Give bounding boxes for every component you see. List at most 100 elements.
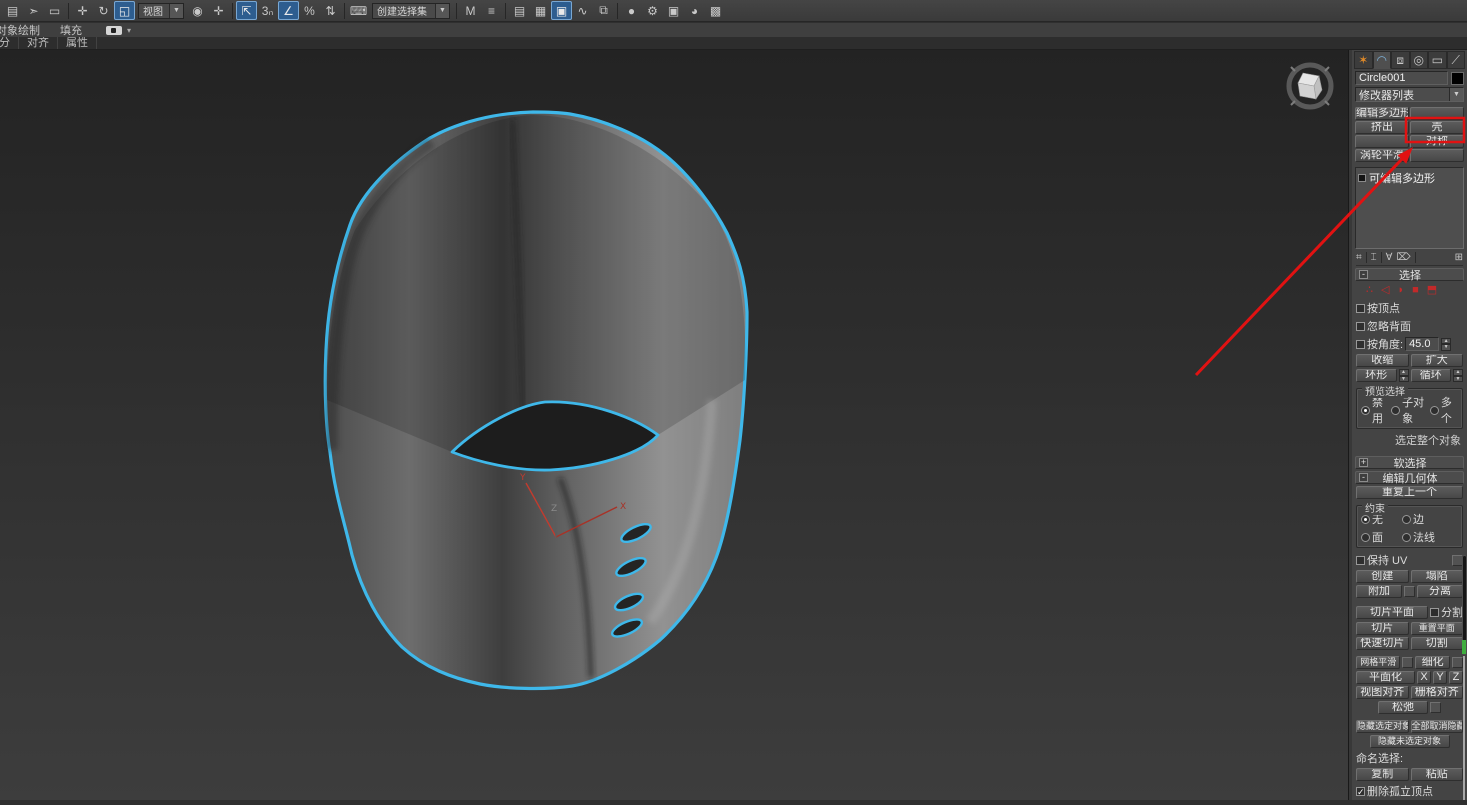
preview-multi-radio[interactable] bbox=[1430, 406, 1439, 415]
rollout-selection[interactable]: - 选择 bbox=[1355, 268, 1464, 281]
view-align-button[interactable]: 视图对齐 bbox=[1356, 686, 1409, 699]
edge-subobject-icon[interactable]: ◁ bbox=[1381, 283, 1389, 296]
copy-button[interactable]: 复制 bbox=[1356, 768, 1409, 781]
planar-x-button[interactable]: X bbox=[1417, 671, 1431, 684]
ribbon-tab-object-paint[interactable]: 对象绘制 bbox=[0, 23, 50, 37]
hide-unselected-button[interactable]: 隐藏未选定对象 bbox=[1370, 735, 1450, 748]
element-subobject-icon[interactable]: ⬒ bbox=[1427, 283, 1437, 296]
chevron-down-icon[interactable]: ▼ bbox=[435, 4, 449, 18]
panel-scrollbar-track[interactable] bbox=[1463, 656, 1465, 800]
loop-button[interactable]: 循环 bbox=[1411, 369, 1452, 382]
by-angle-checkbox[interactable] bbox=[1356, 340, 1365, 349]
reference-coordinate-dropdown[interactable]: 视图▼ bbox=[138, 3, 184, 19]
ribbon-panel-align[interactable]: 对齐 bbox=[19, 37, 58, 49]
planar-y-button[interactable]: Y bbox=[1433, 671, 1447, 684]
tessellate-button[interactable]: 细化 bbox=[1415, 656, 1450, 669]
slice-button[interactable]: 切片 bbox=[1356, 622, 1409, 635]
symmetry-modifier-button[interactable]: 对称 bbox=[1410, 135, 1464, 148]
select-and-move-icon[interactable]: ✛ bbox=[72, 1, 93, 20]
grid-align-button[interactable]: 栅格对齐 bbox=[1411, 686, 1464, 699]
configure-modifier-sets-icon[interactable]: ⊞ bbox=[1455, 252, 1463, 263]
collapse-icon[interactable]: - bbox=[1359, 473, 1368, 482]
tab-motion[interactable]: ◎ bbox=[1410, 51, 1429, 69]
select-and-place-icon[interactable]: ➣ bbox=[23, 1, 44, 20]
ribbon-display-icon[interactable] bbox=[106, 26, 122, 35]
make-planar-button[interactable]: 平面化 bbox=[1356, 671, 1415, 684]
delete-isolated-checkbox[interactable]: ✓ bbox=[1356, 787, 1365, 796]
modifier-stack[interactable]: 可编辑多边形 bbox=[1355, 167, 1464, 249]
preview-subobj-radio[interactable] bbox=[1391, 406, 1400, 415]
tessellate-settings-icon[interactable] bbox=[1452, 657, 1463, 668]
chevron-down-icon[interactable]: ▼ bbox=[169, 4, 183, 18]
mirror-icon[interactable]: M bbox=[460, 1, 481, 20]
cut-button[interactable]: 切割 bbox=[1411, 637, 1464, 650]
planar-z-button[interactable]: Z bbox=[1449, 671, 1463, 684]
chevron-down-icon[interactable]: ▾ bbox=[127, 26, 131, 35]
relax-button[interactable]: 松弛 bbox=[1378, 701, 1428, 714]
angle-snap-icon[interactable]: ∠ bbox=[278, 1, 299, 20]
constraint-face-radio[interactable] bbox=[1361, 533, 1370, 542]
schematic-view-icon[interactable]: ⧉ bbox=[593, 1, 614, 20]
ribbon-panel-partial[interactable]: 分 bbox=[0, 37, 19, 49]
rollout-soft-selection[interactable]: + 软选择 bbox=[1355, 456, 1464, 469]
ignore-backfacing-checkbox[interactable] bbox=[1356, 322, 1365, 331]
relax-settings-icon[interactable] bbox=[1430, 702, 1441, 713]
render-production-icon[interactable]: ◕ bbox=[684, 1, 705, 20]
rendered-frame-icon[interactable]: ▣ bbox=[663, 1, 684, 20]
detach-button[interactable]: 分离 bbox=[1417, 585, 1463, 598]
tab-utilities[interactable]: ⟋ bbox=[1447, 51, 1466, 69]
tab-create[interactable]: ✶ bbox=[1354, 51, 1373, 69]
slice-plane-button[interactable]: 切片平面 bbox=[1356, 606, 1428, 619]
attach-button[interactable]: 附加 bbox=[1356, 585, 1402, 598]
rollout-edit-geometry[interactable]: - 编辑几何体 bbox=[1355, 471, 1464, 484]
unhide-all-button[interactable]: 全部取消隐藏 bbox=[1411, 720, 1464, 733]
snaps-toggle-icon[interactable]: ⇱ bbox=[236, 1, 257, 20]
attach-settings-icon[interactable] bbox=[1404, 586, 1415, 597]
polygon-subobject-icon[interactable]: ■ bbox=[1412, 284, 1419, 296]
object-name-field[interactable]: Circle001 bbox=[1355, 71, 1448, 85]
split-checkbox[interactable] bbox=[1430, 608, 1439, 617]
empty-modifier-button[interactable] bbox=[1355, 135, 1409, 148]
angle-spinner[interactable]: ▲▼ bbox=[1441, 338, 1451, 351]
preview-disable-radio[interactable] bbox=[1361, 406, 1370, 415]
make-unique-icon[interactable]: ∀ bbox=[1386, 252, 1393, 263]
border-subobject-icon[interactable]: ◗ bbox=[1397, 284, 1404, 296]
remove-modifier-icon[interactable]: ⌦ bbox=[1396, 252, 1410, 263]
expand-icon[interactable]: + bbox=[1359, 458, 1368, 467]
shrink-button[interactable]: 收缩 bbox=[1356, 354, 1409, 367]
use-pivot-center-icon[interactable]: ◉ bbox=[187, 1, 208, 20]
select-and-rotate-icon[interactable]: ↻ bbox=[93, 1, 114, 20]
create-button[interactable]: 创建 bbox=[1356, 570, 1409, 583]
scene-explorer-icon[interactable]: ▣ bbox=[551, 1, 572, 20]
constraint-normal-radio[interactable] bbox=[1402, 533, 1411, 542]
by-vertex-checkbox[interactable] bbox=[1356, 304, 1365, 313]
tab-hierarchy[interactable]: ⧈ bbox=[1391, 51, 1410, 69]
viewport[interactable]: Y X Z bbox=[0, 50, 1348, 800]
constraint-edge-radio[interactable] bbox=[1402, 515, 1411, 524]
select-and-manipulate-icon[interactable]: ✛ bbox=[208, 1, 229, 20]
edit-poly-modifier-button[interactable]: 编辑多边形 bbox=[1355, 107, 1409, 120]
quick-slice-button[interactable]: 快速切片 bbox=[1356, 637, 1409, 650]
snap-3d-icon[interactable]: 3ₙ bbox=[257, 1, 278, 20]
hide-selected-button[interactable]: 隐藏选定对象 bbox=[1356, 720, 1409, 733]
select-and-scale-icon[interactable]: ◱ bbox=[114, 1, 135, 20]
stack-onoff-icon[interactable] bbox=[1358, 174, 1366, 182]
select-by-name-icon[interactable]: ▤ bbox=[2, 1, 23, 20]
collapse-icon[interactable]: - bbox=[1359, 270, 1368, 279]
tab-display[interactable]: ▭ bbox=[1428, 51, 1447, 69]
object-color-swatch[interactable] bbox=[1451, 72, 1464, 85]
empty-modifier-button[interactable] bbox=[1410, 149, 1464, 162]
curve-editor-icon[interactable]: ∿ bbox=[572, 1, 593, 20]
material-editor-icon[interactable]: ● bbox=[621, 1, 642, 20]
msmooth-settings-icon[interactable] bbox=[1402, 657, 1413, 668]
stack-item-editable-poly[interactable]: 可编辑多边形 bbox=[1358, 170, 1461, 186]
constraint-none-radio[interactable] bbox=[1361, 515, 1370, 524]
reset-plane-button[interactable]: 重置平面 bbox=[1411, 622, 1464, 635]
percent-snap-icon[interactable]: % bbox=[299, 1, 320, 20]
collapse-button[interactable]: 塌陷 bbox=[1411, 570, 1464, 583]
angle-value-field[interactable]: 45.0 bbox=[1405, 337, 1439, 351]
pin-stack-icon[interactable]: ⌗ bbox=[1356, 252, 1362, 263]
named-selection-set-dropdown[interactable]: 创建选择集▼ bbox=[372, 3, 450, 19]
layer-manager-icon[interactable]: ▤ bbox=[509, 1, 530, 20]
preserve-uv-checkbox[interactable] bbox=[1356, 556, 1365, 565]
